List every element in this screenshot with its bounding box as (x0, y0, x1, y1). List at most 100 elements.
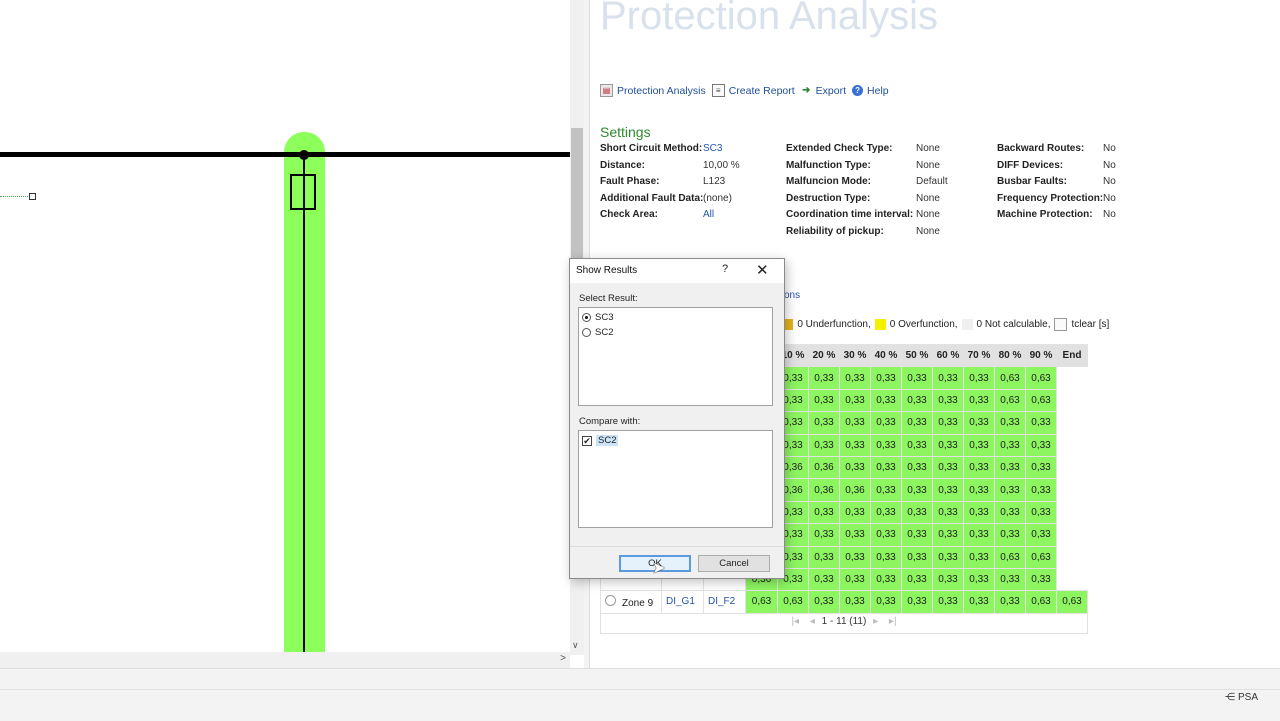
psa-indicator[interactable]: ⋲ PSA (1225, 692, 1258, 703)
setting-value: No (1103, 192, 1116, 204)
table-cell: 0,33 (1025, 433, 1057, 457)
compare-with-list[interactable]: ✔ SC2 (578, 430, 773, 528)
table-cell: 0,63 (1025, 590, 1057, 614)
not-calculable-swatch (961, 319, 973, 330)
table-cell: 0,33 (932, 411, 964, 435)
table-cell: 0,33 (808, 388, 840, 413)
result-option-label: SC2 (595, 327, 614, 338)
first-page-icon[interactable]: |◂ (787, 616, 803, 627)
table-cell: 0,33 (932, 366, 964, 390)
table-cell: 0,33 (839, 411, 871, 435)
column-header[interactable]: 50 % (901, 343, 933, 368)
setting-label: Busbar Faults: (997, 176, 1068, 188)
table-cell: 0,33 (901, 478, 933, 502)
options-link[interactable]: ons (784, 290, 800, 301)
dialog-titlebar[interactable]: Show Results ? ✕ (570, 259, 784, 283)
device-b-cell[interactable]: DI_F2 (703, 590, 746, 614)
help-icon[interactable]: ? (722, 263, 728, 275)
table-cell: 0,33 (808, 567, 840, 592)
scroll-down-icon[interactable]: ∨ (572, 640, 579, 651)
table-cell: 0,33 (963, 590, 995, 614)
help-button[interactable]: ? Help (852, 84, 889, 97)
network-diagram-canvas[interactable] (0, 0, 570, 655)
table-cell: 0,33 (963, 388, 995, 413)
status-bar: ⋲ PSA (0, 668, 1280, 721)
table-row[interactable]: Zone 9 DI_G1 DI_F2 0,63 0,63 0,33 0,33 0,33 0,33… (600, 590, 1088, 614)
table-cell: 0,63 (1025, 388, 1057, 413)
table-cell: 0,36 (839, 478, 871, 502)
zone-cell[interactable]: Zone 9 (600, 590, 662, 614)
settings-column-1: Short Circuit Method: SC3 Distance: 10,00 … (600, 143, 740, 226)
table-cell: 0,33 (870, 478, 902, 502)
checkbox-checked[interactable]: ✔ (582, 435, 592, 446)
setting-value: None (916, 143, 940, 154)
protection-device-symbol[interactable] (290, 174, 316, 210)
result-option-label: SC3 (595, 312, 614, 323)
setting-value: No (1103, 176, 1116, 188)
table-cell: 0,33 (963, 455, 995, 480)
scrollbar-thumb[interactable] (571, 128, 583, 278)
table-cell: 0,33 (808, 411, 840, 435)
setting-label: Frequency Protection: (997, 192, 1104, 204)
column-header[interactable]: 70 % (963, 343, 995, 368)
busbar[interactable] (0, 152, 570, 157)
table-cell: 0,33 (1025, 478, 1057, 502)
select-result-list[interactable]: SC3 SC2 (578, 307, 773, 406)
next-page-icon[interactable]: ▸ (869, 616, 882, 627)
dialog-title: Show Results (576, 265, 638, 276)
table-cell: 0,33 (963, 545, 995, 569)
setting-value[interactable]: SC3 (703, 143, 722, 160)
column-header[interactable]: 20 % (808, 343, 840, 368)
table-cell: 0,33 (932, 545, 964, 569)
feeder-line[interactable] (303, 155, 305, 655)
table-cell: 0,63 (1025, 366, 1057, 390)
column-header[interactable]: 60 % (932, 343, 964, 368)
table-cell: 0,33 (870, 545, 902, 569)
table-cell: 0,33 (932, 478, 964, 502)
cancel-button[interactable]: Cancel (698, 555, 770, 572)
status-separator (0, 689, 1280, 690)
table-cell: 0,63 (994, 366, 1026, 390)
table-cell: 0,33 (963, 523, 995, 547)
table-cell: 0,33 (932, 388, 964, 413)
small-node[interactable] (29, 193, 36, 200)
device-a-cell[interactable]: DI_G1 (661, 590, 704, 614)
close-icon[interactable]: ✕ (756, 261, 769, 279)
setting-label: DIFF Devices: (997, 159, 1064, 171)
scroll-right-icon[interactable]: > (560, 653, 566, 664)
compare-option-label: SC2 (596, 435, 619, 446)
last-page-icon[interactable]: ▸| (885, 616, 901, 627)
compare-option-sc2[interactable]: ✔ SC2 (579, 433, 772, 448)
setting-value: No (1103, 143, 1116, 154)
report-toolbar: ▤ Protection Analysis ≡ Create Report ➜ … (600, 84, 889, 97)
table-cell: 0,33 (839, 567, 871, 592)
column-header[interactable]: End (1056, 343, 1088, 368)
table-cell: 0,33 (932, 455, 964, 480)
settings-heading: Settings (600, 124, 651, 140)
result-option-sc2[interactable]: SC2 (579, 325, 772, 340)
protection-analysis-button[interactable]: ▤ Protection Analysis (600, 84, 706, 97)
setting-label: Check Area: (600, 209, 658, 221)
column-header[interactable]: 80 % (994, 343, 1026, 368)
table-cell: 0,33 (932, 433, 964, 457)
busbar-connection-node[interactable] (299, 150, 309, 160)
prev-page-icon[interactable]: ◂ (806, 616, 819, 627)
legend-overfunction: 0 Overfunction, (889, 319, 958, 330)
create-report-button[interactable]: ≡ Create Report (711, 84, 795, 97)
diagram-horizontal-scrollbar[interactable]: > (0, 652, 570, 668)
export-button[interactable]: ➜ Export (801, 84, 846, 97)
radio-button-selected[interactable] (582, 313, 591, 322)
column-header[interactable]: 30 % (839, 343, 871, 368)
setting-value: None (916, 159, 940, 171)
result-option-sc3[interactable]: SC3 (579, 310, 772, 325)
setting-value: L123 (703, 176, 726, 188)
column-header[interactable]: 40 % (870, 343, 902, 368)
column-header[interactable]: 90 % (1025, 343, 1057, 368)
table-cell: 0,33 (994, 590, 1026, 614)
radio-button[interactable] (582, 328, 591, 337)
setting-value[interactable]: All (703, 209, 714, 226)
row-radio-button[interactable] (605, 594, 616, 606)
table-cell: 0,33 (870, 455, 902, 480)
protection-analysis-icon: ▤ (600, 84, 613, 97)
table-cell: 0,33 (901, 455, 933, 480)
